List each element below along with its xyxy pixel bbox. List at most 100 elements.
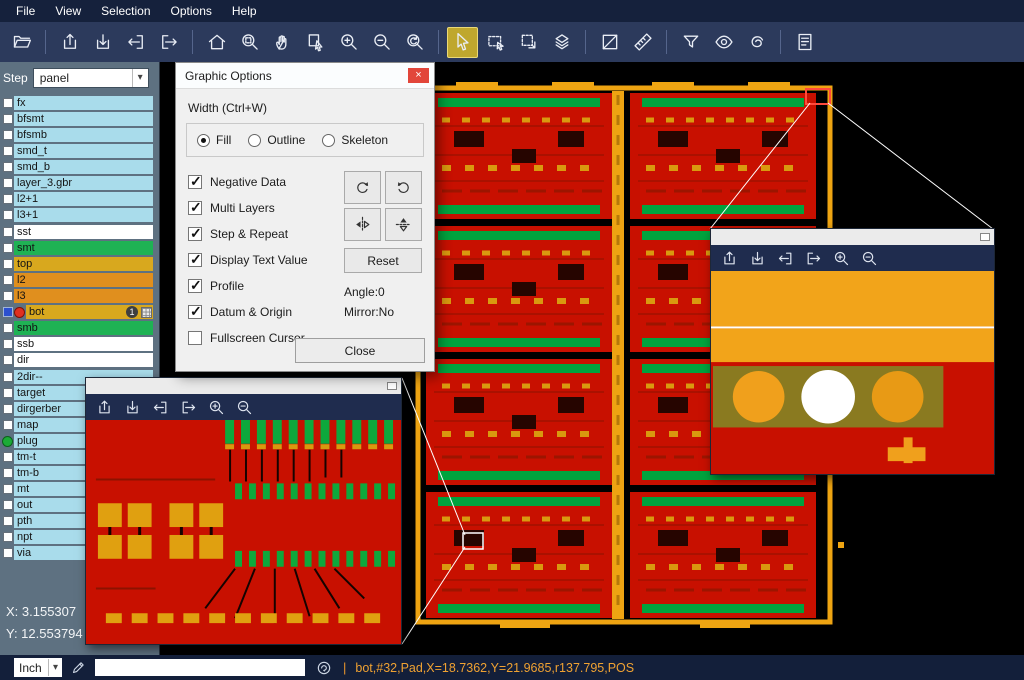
layer-name[interactable]: layer_3.gbr xyxy=(14,176,153,190)
layer-checkbox[interactable] xyxy=(3,548,13,558)
layer-name[interactable]: smt xyxy=(14,241,153,255)
mag-zoom-in-button[interactable] xyxy=(207,398,226,417)
magnifier-view-2[interactable] xyxy=(711,271,994,474)
layer-checkbox[interactable] xyxy=(3,98,13,108)
measure-button[interactable] xyxy=(627,27,658,58)
layer-checkbox[interactable] xyxy=(3,468,13,478)
layer-checkbox[interactable] xyxy=(3,500,13,510)
layer-checkbox[interactable] xyxy=(3,484,13,494)
window-restore-icon[interactable] xyxy=(980,233,990,241)
layer-checkbox[interactable] xyxy=(3,194,13,204)
checkbox-datum-origin[interactable]: Datum & Origin xyxy=(188,299,340,325)
step-select[interactable]: panel ▾ xyxy=(33,68,149,88)
zoom-previous-button[interactable] xyxy=(399,27,430,58)
zoom-in-button[interactable] xyxy=(333,27,364,58)
layer-checkbox[interactable] xyxy=(3,532,13,542)
layer-row[interactable]: smd_t xyxy=(1,144,153,158)
checkbox-negative-data[interactable]: Negative Data xyxy=(188,169,340,195)
mag-zoom-out-button[interactable] xyxy=(860,249,879,268)
export-button[interactable] xyxy=(87,27,118,58)
layer-row[interactable]: sst xyxy=(1,225,153,239)
mag-zoom-out-button[interactable] xyxy=(235,398,254,417)
layer-checkbox[interactable] xyxy=(3,291,13,301)
rotate-ccw-button[interactable] xyxy=(385,171,422,204)
mag-import-button[interactable] xyxy=(720,249,739,268)
layer-row[interactable]: bfsmb xyxy=(1,128,153,142)
mag-export-button[interactable] xyxy=(748,249,767,268)
radio-fill[interactable]: Fill xyxy=(197,133,231,147)
highlight-button[interactable] xyxy=(708,27,739,58)
checkbox-display-text-value[interactable]: Display Text Value xyxy=(188,247,340,273)
line-tool-button[interactable] xyxy=(594,27,625,58)
layer-checkbox[interactable] xyxy=(3,404,13,414)
layer-row[interactable]: smd_b xyxy=(1,160,153,174)
close-icon[interactable]: × xyxy=(408,68,429,83)
layer-name[interactable]: fx xyxy=(14,96,153,110)
layer-checkbox[interactable] xyxy=(3,516,13,526)
menu-options[interactable]: Options xyxy=(161,2,222,20)
refresh-circle-icon[interactable] xyxy=(316,660,332,676)
magnifier-titlebar[interactable] xyxy=(86,378,401,394)
layer-name[interactable]: sst xyxy=(14,225,153,239)
layer-name[interactable]: bfsmt xyxy=(14,112,153,126)
select-tool-button[interactable] xyxy=(447,27,478,58)
layer-checkbox[interactable] xyxy=(3,243,13,253)
layer-checkbox[interactable] xyxy=(3,420,13,430)
move-left-button[interactable] xyxy=(120,27,151,58)
layer-name[interactable]: l3+1 xyxy=(14,208,153,222)
pan-button[interactable] xyxy=(267,27,298,58)
open-file-button[interactable] xyxy=(6,27,37,58)
layer-row[interactable]: smb xyxy=(1,321,153,335)
layer-checkbox[interactable] xyxy=(3,146,13,156)
menu-view[interactable]: View xyxy=(45,2,91,20)
edit-icon[interactable] xyxy=(71,660,86,675)
menu-help[interactable]: Help xyxy=(222,2,267,20)
layer-checkbox[interactable] xyxy=(3,355,13,365)
layer-name[interactable]: top xyxy=(14,257,153,271)
layer-name[interactable]: bfsmb xyxy=(14,128,153,142)
layer-checkbox[interactable] xyxy=(3,323,13,333)
zoom-window-button[interactable] xyxy=(234,27,265,58)
layer-checkbox[interactable] xyxy=(3,388,13,398)
layer-row[interactable]: l2 xyxy=(1,273,153,287)
layer-row[interactable]: fx xyxy=(1,96,153,110)
layer-row[interactable]: bot1 xyxy=(1,305,153,319)
layer-row[interactable]: top xyxy=(1,257,153,271)
layer-checkbox[interactable] xyxy=(3,210,13,220)
mag-right-button[interactable] xyxy=(179,398,198,417)
layer-checkbox[interactable] xyxy=(3,339,13,349)
menu-file[interactable]: File xyxy=(6,2,45,20)
layer-row[interactable]: l2+1 xyxy=(1,192,153,206)
magnifier-view-1[interactable] xyxy=(86,420,401,644)
mag-left-button[interactable] xyxy=(151,398,170,417)
import-button[interactable] xyxy=(54,27,85,58)
checkbox-profile[interactable]: Profile xyxy=(188,273,340,299)
layer-checkbox[interactable] xyxy=(3,162,13,172)
layer-row[interactable]: dir xyxy=(1,353,153,367)
mag-import-button[interactable] xyxy=(95,398,114,417)
move-right-button[interactable] xyxy=(153,27,184,58)
command-input[interactable] xyxy=(95,659,305,676)
layer-checkbox[interactable] xyxy=(3,130,13,140)
layer-checkbox[interactable] xyxy=(3,275,13,285)
layer-checkbox[interactable] xyxy=(3,114,13,124)
layer-checkbox[interactable] xyxy=(3,178,13,188)
layer-name[interactable]: smd_t xyxy=(14,144,153,158)
layer-name[interactable]: l2 xyxy=(14,273,153,287)
layer-row[interactable]: l3+1 xyxy=(1,208,153,222)
flip-vertical-button[interactable] xyxy=(385,208,422,241)
layer-checkbox[interactable] xyxy=(3,372,13,382)
layer-row[interactable]: bfsmt xyxy=(1,112,153,126)
layer-checkbox[interactable] xyxy=(3,452,13,462)
magnifier-titlebar[interactable] xyxy=(711,229,994,245)
layer-row[interactable]: ssb xyxy=(1,337,153,351)
mag-export-button[interactable] xyxy=(123,398,142,417)
layer-name[interactable]: l3 xyxy=(14,289,153,303)
rect-select-button[interactable] xyxy=(480,27,511,58)
radio-outline[interactable]: Outline xyxy=(248,133,305,147)
trace-loop-button[interactable] xyxy=(741,27,772,58)
transform-select-button[interactable] xyxy=(513,27,544,58)
rotate-cw-button[interactable] xyxy=(344,171,381,204)
layer-name[interactable]: ssb xyxy=(14,337,153,351)
home-view-button[interactable] xyxy=(201,27,232,58)
